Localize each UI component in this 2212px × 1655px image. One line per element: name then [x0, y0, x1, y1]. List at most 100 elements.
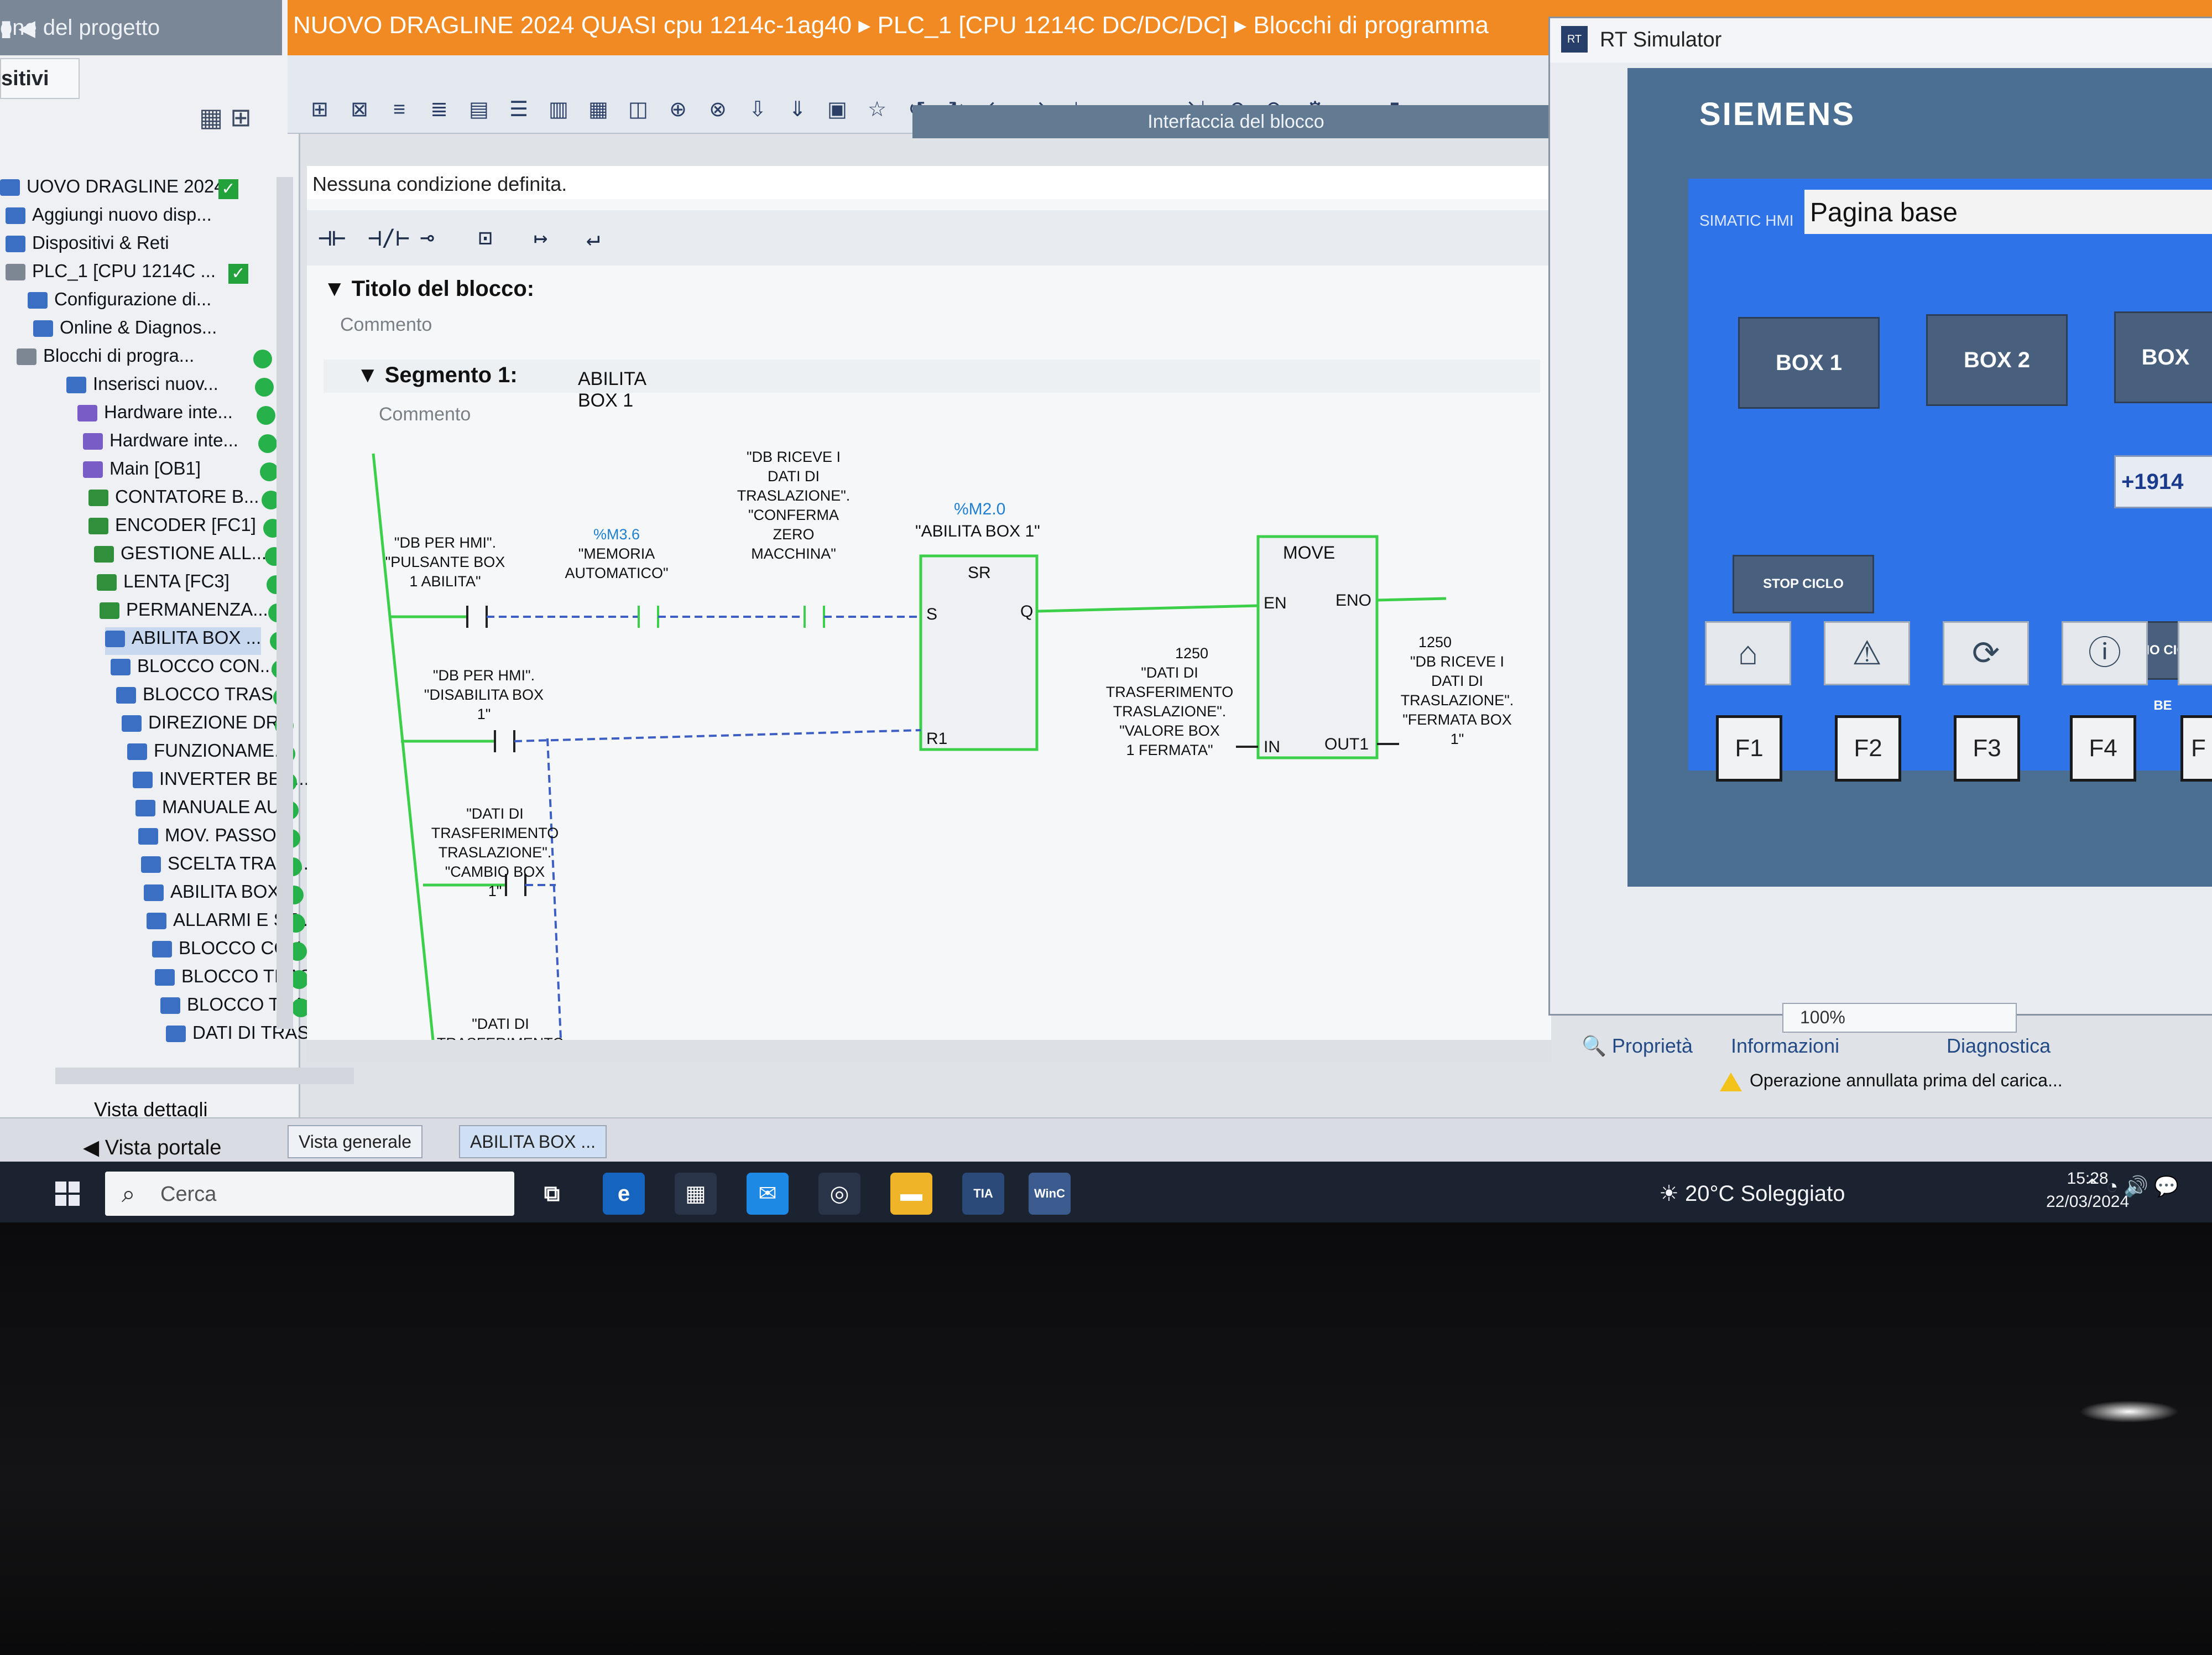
collapse-panel-icon[interactable]: ▮ ◀ — [0, 15, 271, 41]
vista-portale-button[interactable]: ◀ Vista portale — [83, 1135, 221, 1160]
tree-item[interactable]: BLOCCO CON... — [111, 655, 275, 683]
tree-item[interactable]: BLOCCO TRAS... — [116, 684, 288, 711]
editor-horizontal-scrollbar[interactable] — [307, 1040, 1551, 1062]
tab-proprieta[interactable]: 🔍 Proprietà — [1582, 1034, 1693, 1058]
box-3-button[interactable]: BOX — [2114, 311, 2212, 403]
tree-item[interactable]: Configurazione di... — [28, 289, 211, 316]
tree-item[interactable]: PERMANENZA... — [100, 599, 268, 627]
zoom-select[interactable]: 100% — [1782, 1003, 2017, 1033]
chrome-icon[interactable]: ◎ — [818, 1173, 860, 1215]
sr-block[interactable] — [919, 554, 1039, 751]
tree-item[interactable]: CONTATORE B... — [88, 486, 259, 514]
toolbar-tool-icon[interactable]: ▣ — [822, 94, 853, 125]
tab-abilita-box[interactable]: ABILITA BOX ... — [459, 1125, 607, 1158]
toolbar-tool-icon[interactable]: ▤ — [463, 94, 494, 125]
toolbar-tool-icon[interactable]: ⊠ — [344, 94, 375, 125]
toolbar-tool-icon[interactable]: ▥ — [543, 94, 574, 125]
tree-item[interactable]: UOVO DRAGLINE 2024... — [0, 176, 239, 204]
toolbar-tool-icon[interactable]: ⇩ — [742, 94, 773, 125]
tree-item[interactable]: ENCODER [FC1] — [88, 514, 256, 542]
home-icon[interactable]: ⌂ — [1705, 621, 1791, 685]
f3-key[interactable]: F3 — [1954, 715, 2020, 782]
tab-vista-generale[interactable]: Vista generale — [288, 1125, 422, 1158]
store-icon[interactable]: ▦ — [675, 1173, 717, 1215]
refresh-icon[interactable]: ⟳ — [1943, 621, 2029, 685]
f4-key[interactable]: F4 — [2070, 715, 2136, 782]
contact-memoria-automatico[interactable] — [638, 606, 659, 628]
move-in-value: 1250 — [1175, 645, 1208, 662]
wincc-rt-icon[interactable]: WinC RT — [1029, 1173, 1071, 1215]
toolbar-tool-icon[interactable]: ⊕ — [662, 94, 693, 125]
overview-icon[interactable]: ⊞ — [230, 103, 252, 132]
clock-time: 15:28 — [2067, 1169, 2109, 1188]
box-2-button[interactable]: BOX 2 — [1926, 314, 2068, 406]
extra-key-icon[interactable] — [2178, 621, 2212, 685]
explorer-icon[interactable]: ▬ — [890, 1173, 932, 1215]
tree-item[interactable]: Hardware inte... — [77, 402, 233, 429]
contact1-label-1: "DB PER HMI". — [394, 534, 496, 551]
mail-icon[interactable]: ✉ — [747, 1173, 789, 1215]
weather-widget[interactable]: ☀ 20°C Soleggiato — [1659, 1181, 1845, 1206]
contact-conferma-zero[interactable] — [804, 606, 825, 628]
fc-icon — [97, 574, 117, 591]
contact-disabilita-box[interactable] — [494, 730, 515, 752]
contact-pulsante-box[interactable] — [466, 606, 488, 628]
tree-item[interactable]: Dispositivi & Reti — [6, 232, 169, 260]
tree-item-label: ABILITA BOX ... — [132, 627, 262, 648]
f5-key[interactable]: F — [2180, 715, 2212, 782]
tree-horizontal-scrollbar[interactable] — [55, 1068, 354, 1084]
windows-start-icon[interactable] — [55, 1182, 81, 1207]
tree-item[interactable]: LENTA [FC3] — [97, 571, 229, 598]
toolbar-tool-icon[interactable]: ☰ — [503, 94, 534, 125]
tree-item[interactable]: Inserisci nuov... — [66, 373, 218, 401]
status-ok-icon — [257, 406, 275, 425]
tree-item[interactable]: Blocchi di progra... — [17, 345, 194, 373]
tab-informazioni[interactable]: Informazioni — [1731, 1034, 1839, 1058]
tab-dispositivi[interactable]: sitivi — [0, 58, 80, 99]
tree-item[interactable]: MANUALE AU... — [135, 797, 295, 824]
box-1-button[interactable]: BOX 1 — [1738, 317, 1880, 409]
taskbar-clock[interactable]: 15:28 22/03/2024 — [2046, 1167, 2129, 1214]
tree-item-label: Online & Diagnos... — [60, 317, 217, 337]
toolbar-tool-icon[interactable]: ≡ — [384, 94, 415, 125]
block-interface-bar[interactable]: Interfaccia del blocco — [912, 105, 1559, 138]
f2-key[interactable]: F2 — [1835, 715, 1901, 782]
edge-icon[interactable]: e — [603, 1173, 645, 1215]
toolbar-tool-icon[interactable]: ⇓ — [782, 94, 813, 125]
toolbar-tool-icon[interactable]: ⊗ — [702, 94, 733, 125]
move-block[interactable] — [1256, 535, 1379, 759]
simatic-hmi-label: SIMATIC HMI — [1699, 212, 1794, 229]
tree-item[interactable]: GESTIONE ALL... — [94, 543, 267, 570]
tree-item[interactable]: Aggiungi nuovo disp... — [6, 204, 212, 232]
info-icon[interactable]: ⓘ — [2062, 621, 2148, 685]
toolbar-tool-icon[interactable]: ▦ — [583, 94, 614, 125]
hmi-panel-frame: SIEMENS SIMATIC HMI Pagina base BOX 1 BO… — [1627, 68, 2212, 887]
tree-item[interactable]: FUNZIONAME... — [127, 740, 290, 768]
move-out-label-5: 1" — [1451, 731, 1464, 747]
toolbar-tool-icon[interactable]: ☆ — [862, 94, 893, 125]
toolbar-tool-icon[interactable]: ≣ — [424, 94, 455, 125]
contact3-label-3: TRASLAZIONE". — [737, 487, 851, 504]
tree-item[interactable]: ABILITA BOX ... — [105, 627, 262, 655]
tree-vertical-scrollbar[interactable] — [276, 177, 293, 1029]
toolbar-tool-icon[interactable]: ◫ — [623, 94, 654, 125]
tree-item[interactable]: Hardware inte... — [83, 430, 238, 457]
tree-item[interactable]: DIREZIONE DR... — [122, 712, 294, 740]
tree-item[interactable]: MOV. PASSO ... — [138, 825, 296, 852]
f1-key[interactable]: F1 — [1716, 715, 1782, 782]
toolbar-tool-icon[interactable]: ⊞ — [304, 94, 335, 125]
vista-dettagli-toggle[interactable]: Vista dettagli — [0, 1098, 299, 1121]
tree-item[interactable]: Main [OB1] — [83, 458, 201, 486]
tab-diagnostica[interactable]: Diagnostica — [1947, 1034, 2051, 1058]
tree-item[interactable]: PLC_1 [CPU 1214C ... — [6, 261, 216, 288]
stop-ciclo-button[interactable]: STOP CICLO — [1733, 555, 1874, 613]
notifications-icon[interactable]: 💬 — [2154, 1175, 2179, 1198]
tree-toolbar: ▦ ⊞ — [199, 102, 252, 132]
tree-item[interactable]: Online & Diagnos... — [33, 317, 217, 345]
taskbar-search[interactable]: ⌕ Cerca — [105, 1172, 514, 1216]
alarm-icon[interactable]: ⚠ — [1824, 621, 1910, 685]
tia-icon[interactable]: TIA V16 — [962, 1173, 1004, 1215]
task-view-icon[interactable]: ⧉ — [531, 1173, 573, 1215]
grid-view-icon[interactable]: ▦ — [199, 103, 223, 132]
rt-simulator-titlebar[interactable]: RT RT Simulator — [1550, 18, 2212, 63]
